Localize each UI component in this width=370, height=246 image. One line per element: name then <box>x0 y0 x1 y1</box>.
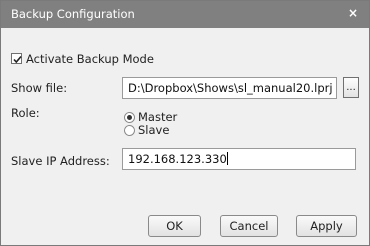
checkmark-icon <box>13 55 22 64</box>
apply-button[interactable]: Apply <box>296 215 357 237</box>
radio-master-label[interactable]: Master <box>138 110 177 124</box>
slave-ip-value: 192.168.123.330 <box>128 152 227 166</box>
radio-slave-label[interactable]: Slave <box>138 123 169 137</box>
title-bar[interactable]: Backup Configuration × <box>1 1 369 28</box>
show-file-label: Show file: <box>11 81 68 95</box>
slave-ip-input[interactable]: 192.168.123.330 <box>122 148 356 170</box>
radio-selected-dot <box>127 115 132 120</box>
ok-button[interactable]: OK <box>148 215 201 237</box>
show-file-input[interactable]: D:\Dropbox\Shows\sl_manual20.lprj <box>122 77 337 99</box>
close-button[interactable]: × <box>345 5 361 21</box>
activate-backup-checkbox[interactable] <box>11 53 22 64</box>
radio-slave[interactable] <box>124 125 135 136</box>
browse-button[interactable]: ... <box>343 77 359 98</box>
slave-ip-label: Slave IP Address: <box>11 154 110 168</box>
window-title: Backup Configuration <box>11 7 135 21</box>
radio-master[interactable] <box>124 112 135 123</box>
activate-backup-label[interactable]: Activate Backup Mode <box>26 52 154 66</box>
cancel-button[interactable]: Cancel <box>220 215 278 237</box>
show-file-value: D:\Dropbox\Shows\sl_manual20.lprj <box>128 81 333 95</box>
role-label: Role: <box>11 106 40 120</box>
backup-configuration-dialog: Backup Configuration × Activate Backup M… <box>0 0 370 246</box>
text-caret <box>226 152 228 165</box>
